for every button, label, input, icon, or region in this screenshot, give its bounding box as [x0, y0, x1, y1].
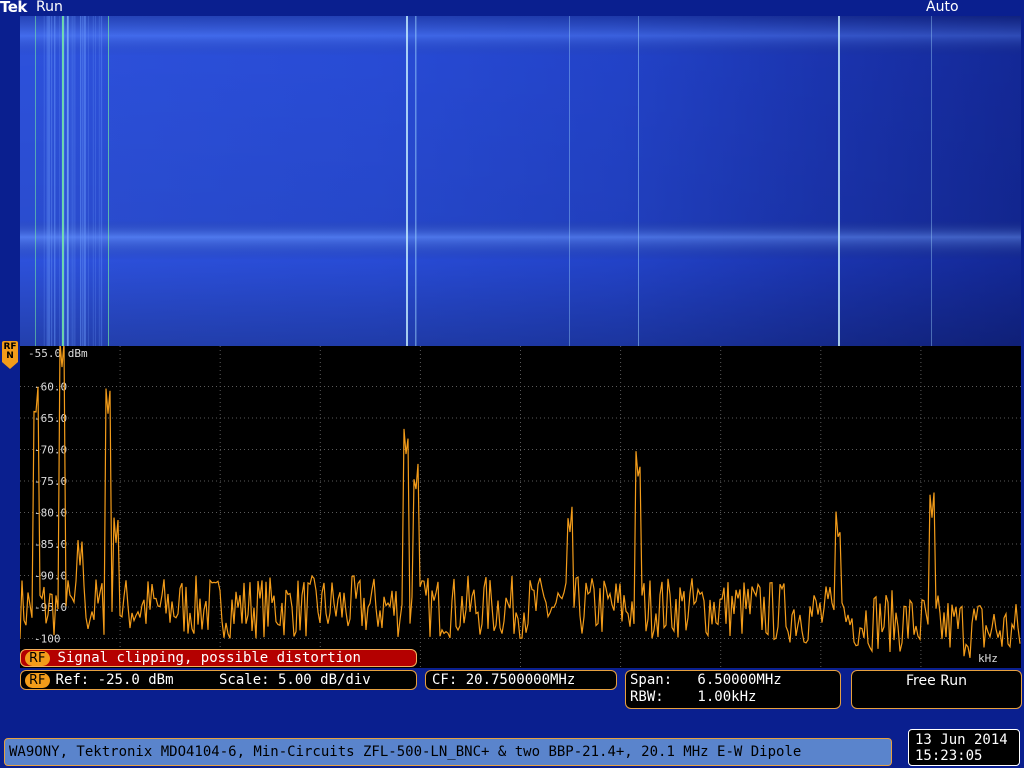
waterfall-signal-line	[406, 16, 408, 346]
top-status-bar	[0, 0, 1024, 16]
waterfall-signal-line	[569, 16, 570, 346]
rf-marker-sub: N	[6, 351, 14, 361]
waterfall-noise-line	[83, 16, 85, 346]
waterfall-noise-line	[80, 16, 82, 346]
y-tick-label: -90.0	[34, 570, 67, 583]
waterfall-noise-line	[43, 16, 45, 346]
time-text: 15:23:05	[915, 748, 983, 764]
waterfall-signal-line	[108, 16, 109, 346]
waterfall-signal-line	[838, 16, 840, 346]
reference-level-readout[interactable]: RF Ref: -25.0 dBm Scale: 5.00 dB/div	[20, 670, 417, 690]
waterfall-noise-line	[98, 16, 100, 346]
y-tick-label: -60.0	[34, 381, 67, 394]
ref-level-label: -55.0 dBm	[28, 347, 88, 360]
acq-mode-text: Free Run	[905, 673, 967, 689]
caption-text: WA9ONY, Tektronix MDO4104-6, Min-Circuit…	[9, 744, 802, 760]
freq-unit-label: kHz	[978, 652, 998, 665]
rbw-text: RBW: 1.00kHz	[630, 689, 757, 705]
ref-level-text: Ref: -25.0 dBm	[55, 672, 174, 688]
y-tick-label: -100	[34, 633, 61, 646]
spectrum-plot: -55.0 dBm -60.0-65.0-70.0-75.0-80.0-85.0…	[20, 346, 1021, 668]
cf-text: CF: 20.7500000MHz	[432, 672, 576, 688]
waterfall-noise-line	[70, 16, 72, 346]
waterfall-noise-line	[94, 16, 96, 346]
waterfall-signal-line	[415, 16, 417, 346]
clipping-warning: RF Signal clipping, possible distortion	[20, 649, 417, 667]
user-caption: WA9ONY, Tektronix MDO4104-6, Min-Circuit…	[4, 738, 892, 766]
date-text: 13 Jun 2014	[915, 732, 1008, 748]
waterfall-noise-line	[61, 16, 63, 346]
brand-logo: Tek	[0, 0, 27, 16]
scale-text: Scale: 5.00 dB/div	[219, 672, 371, 688]
waterfall-signal-line	[931, 16, 932, 346]
waterfall-noise-line	[50, 16, 52, 346]
waterfall-noise-line	[64, 16, 66, 346]
waterfall-signal-line	[638, 16, 639, 346]
waterfall-noise-line	[73, 16, 75, 346]
rf-badge: RF	[25, 651, 50, 666]
span-text: Span: 6.50000MHz	[630, 672, 782, 688]
waterfall-noise-line	[87, 16, 89, 346]
waterfall-noise-line	[66, 16, 68, 346]
waterfall-noise-line	[68, 16, 70, 346]
waterfall-noise-line	[100, 16, 102, 346]
waterfall-noise-line	[92, 16, 94, 346]
waterfall-noise-line	[53, 16, 55, 346]
waterfall-noise-line	[46, 16, 48, 346]
trigger-mode-indicator[interactable]: Auto	[926, 0, 959, 15]
waterfall-noise-line	[82, 16, 84, 346]
waterfall-noise-line	[48, 16, 50, 346]
waterfall-noise-line	[63, 16, 65, 346]
y-tick-label: -95.0	[34, 601, 67, 614]
center-frequency-readout[interactable]: CF: 20.7500000MHz	[425, 670, 617, 690]
run-state-indicator[interactable]: Run	[36, 0, 63, 15]
y-tick-label: -65.0	[34, 412, 67, 425]
spectrogram-waterfall	[20, 16, 1021, 347]
warning-text: Signal clipping, possible distortion	[57, 650, 361, 666]
span-rbw-readout[interactable]: Span: 6.50000MHz RBW: 1.00kHz	[625, 670, 841, 709]
date-time-readout: 13 Jun 2014 15:23:05	[908, 729, 1020, 766]
waterfall-noise-line	[72, 16, 74, 346]
waterfall-noise-line	[74, 16, 76, 346]
waterfall-signal-line	[35, 16, 36, 346]
rf-badge: RF	[25, 673, 50, 688]
acquisition-mode-readout[interactable]: Free Run	[851, 670, 1022, 709]
waterfall-noise-line	[59, 16, 61, 346]
